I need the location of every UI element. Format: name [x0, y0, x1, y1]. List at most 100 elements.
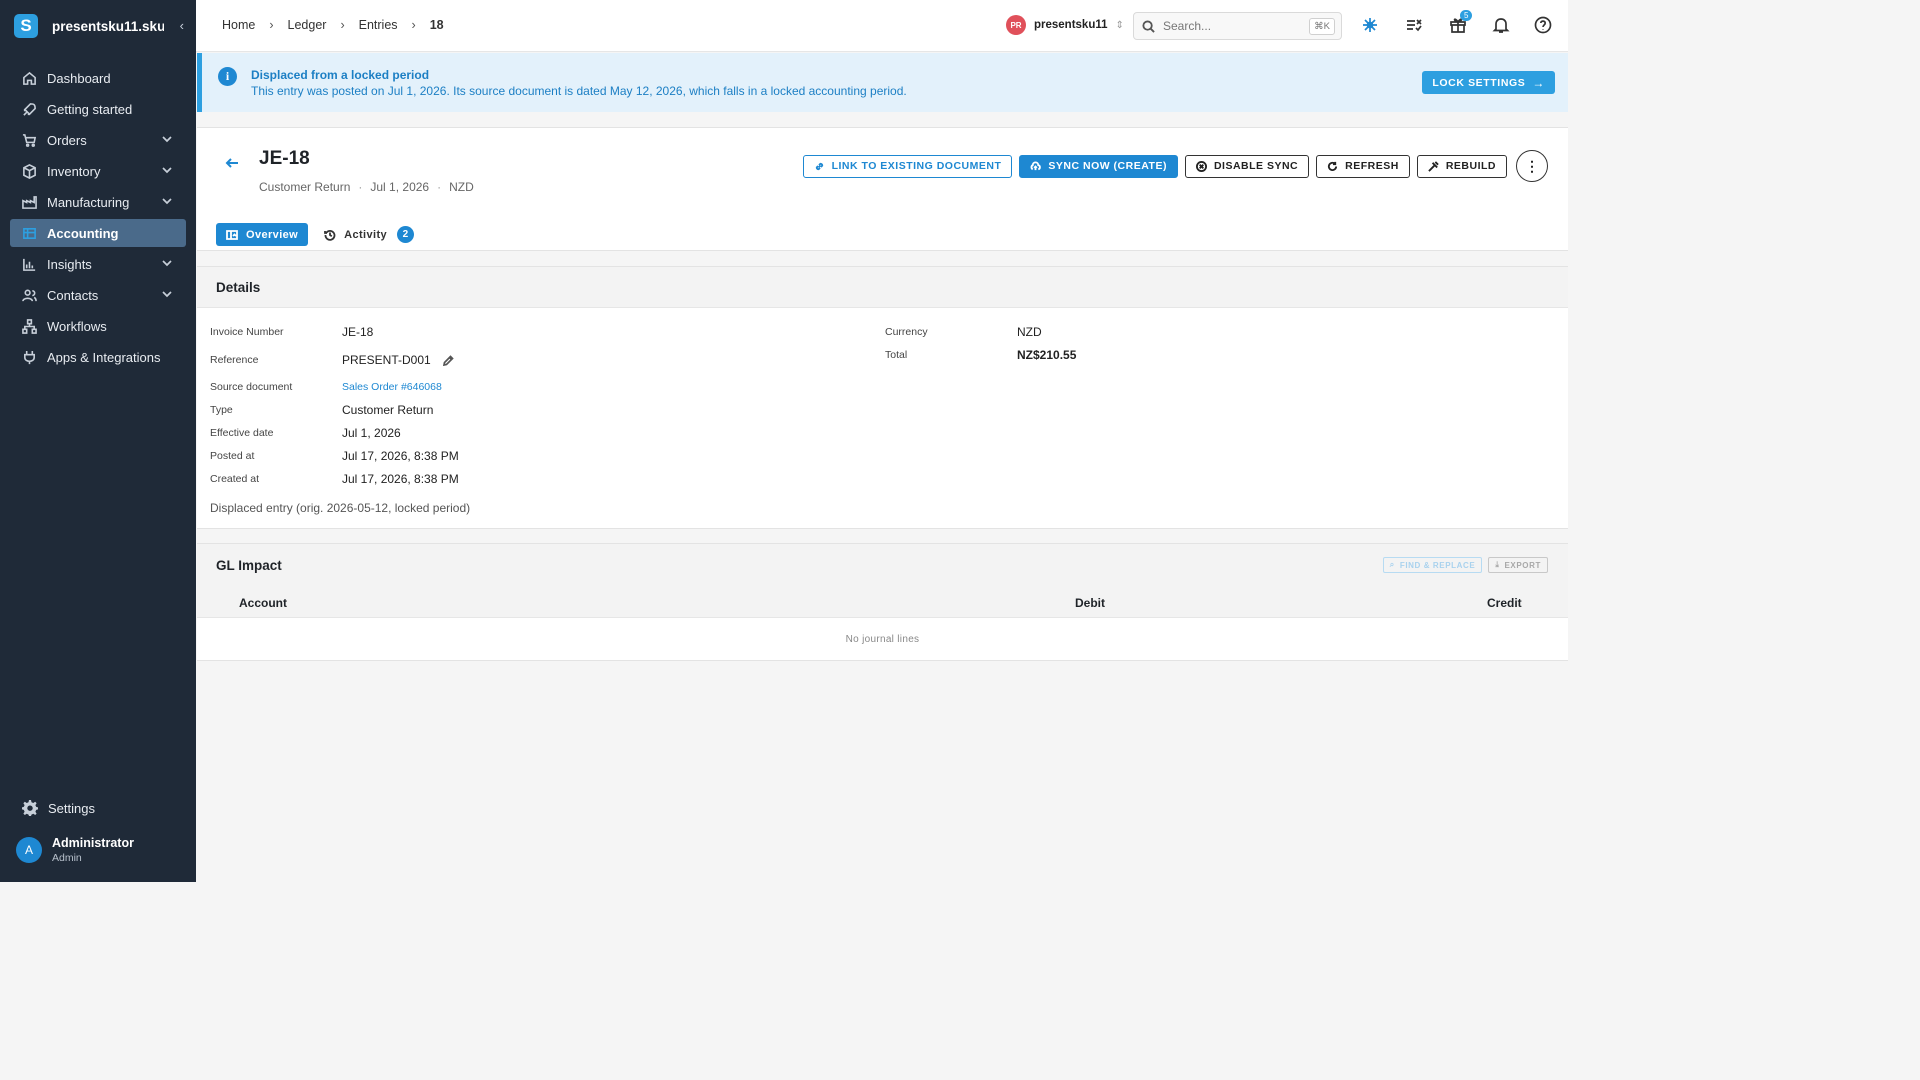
field-value: PRESENT-D001	[342, 353, 431, 367]
source-document-link[interactable]: Sales Order #646068	[342, 381, 442, 393]
sidebar-item-workflows[interactable]: Workflows	[10, 312, 186, 340]
field-currency: Currency NZD	[885, 325, 1042, 339]
lock-settings-button[interactable]: LOCK SETTINGS →	[1422, 71, 1555, 94]
sidebar-item-label: Getting started	[47, 101, 133, 117]
sidebar-item-contacts[interactable]: Contacts	[10, 281, 186, 309]
plug-icon	[24, 350, 35, 364]
sidebar-item-label: Orders	[47, 132, 87, 148]
main-nav: Dashboard Getting started Orders Invento…	[10, 64, 186, 374]
field-label: Currency	[885, 326, 928, 338]
sidebar-item-apps-integrations[interactable]: Apps & Integrations	[10, 343, 186, 371]
gear-icon	[22, 800, 38, 816]
user-role: Admin	[52, 852, 82, 864]
ledger-icon	[23, 227, 36, 239]
sidebar-item-getting-started[interactable]: Getting started	[10, 95, 186, 123]
entry-subtitle: Customer Return · Jul 1, 2026 · NZD	[259, 180, 474, 194]
notifications-button[interactable]	[1492, 16, 1512, 36]
sidebar-item-dashboard[interactable]: Dashboard	[10, 64, 186, 92]
org-selector-label: presentsku11	[1034, 19, 1108, 31]
breadcrumb: Home › Ledger › Entries › 18	[222, 18, 444, 32]
field-value: NZ$210.55	[1017, 348, 1077, 362]
more-vertical-icon: ⋮	[1525, 157, 1539, 174]
entry-currency: NZD	[449, 180, 474, 194]
export-label: EXPORT	[1504, 560, 1541, 570]
tab-overview-label: Overview	[246, 228, 299, 241]
arrow-left-icon	[225, 158, 238, 168]
gift-button[interactable]: 5	[1449, 10, 1473, 36]
breadcrumb-ledger[interactable]: Ledger	[288, 18, 327, 32]
checklist-icon	[1407, 19, 1422, 32]
field-source-document: Source document Sales Order #646068	[210, 381, 442, 393]
chevron-down-icon	[162, 260, 172, 267]
field-label: Created at	[210, 473, 260, 485]
breadcrumb-home[interactable]: Home	[222, 18, 255, 32]
ai-assistant-button[interactable]	[1361, 16, 1381, 36]
sidebar-item-inventory[interactable]: Inventory	[10, 157, 186, 185]
sidebar-item-settings[interactable]: Settings	[22, 800, 95, 816]
breadcrumb-separator: ›	[269, 18, 274, 32]
sidebar-item-insights[interactable]: Insights	[10, 250, 186, 278]
field-effective-date: Effective date Jul 1, 2026	[210, 426, 401, 440]
sidebar-item-label: Dashboard	[47, 70, 111, 86]
sidebar-item-label: Insights	[47, 256, 92, 272]
search-box[interactable]: ⌘K	[1133, 12, 1342, 40]
field-label: Posted at	[210, 450, 255, 462]
user-menu[interactable]: A Administrator Admin	[16, 836, 134, 864]
sidebar-item-label: Workflows	[47, 318, 107, 334]
empty-state-message: No journal lines	[845, 634, 920, 645]
help-button[interactable]	[1534, 16, 1554, 36]
people-icon	[22, 289, 37, 301]
org-switcher[interactable]: S presentsku11.sku... ‹	[14, 14, 184, 38]
field-value: JE-18	[342, 325, 374, 339]
sync-now-button[interactable]: SYNC NOW (CREATE)	[1019, 154, 1178, 178]
back-button[interactable]	[225, 156, 241, 172]
top-bar: Home › Ledger › Entries › 18 PR presents…	[196, 0, 1568, 52]
chevron-down-icon	[162, 167, 172, 174]
org-name: presentsku11.sku...	[52, 18, 164, 34]
tab-activity[interactable]: Activity 2	[314, 223, 424, 246]
sidebar-item-label: Contacts	[47, 287, 99, 303]
column-account[interactable]: Account	[239, 596, 287, 610]
locked-period-banner: i Displaced from a locked period This en…	[197, 53, 1568, 112]
cart-icon	[22, 133, 37, 147]
search-icon: ⌕	[1389, 560, 1395, 569]
entry-tabs: Overview Activity 2	[216, 223, 424, 246]
gl-impact-section: GL Impact ⌕ FIND & REPLACE ⤓ EXPORT Acco…	[197, 543, 1568, 661]
tab-overview[interactable]: Overview	[216, 223, 309, 246]
cancel-circle-icon	[1195, 160, 1207, 172]
export-button[interactable]: ⤓ EXPORT	[1488, 557, 1548, 573]
history-icon	[324, 229, 336, 241]
pencil-icon[interactable]	[442, 354, 454, 366]
chevron-down-icon	[162, 136, 172, 143]
sidebar: S presentsku11.sku... ‹ Dashboard Gettin…	[0, 0, 196, 882]
search-input[interactable]	[1163, 19, 1293, 33]
find-replace-button[interactable]: ⌕ FIND & REPLACE	[1382, 557, 1483, 573]
link-existing-document-button[interactable]: LINK TO EXISTING DOCUMENT	[802, 154, 1013, 178]
breadcrumb-entries[interactable]: Entries	[359, 18, 398, 32]
tasks-button[interactable]	[1405, 16, 1425, 36]
refresh-button[interactable]: REFRESH	[1316, 154, 1410, 178]
field-posted-at: Posted at Jul 17, 2026, 8:38 PM	[210, 449, 459, 463]
banner-message: This entry was posted on Jul 1, 2026. It…	[251, 84, 907, 98]
home-icon	[23, 71, 36, 85]
collapse-sidebar-icon[interactable]: ‹	[180, 18, 184, 33]
sidebar-item-manufacturing[interactable]: Manufacturing	[10, 188, 186, 216]
link-icon	[815, 162, 823, 170]
disable-sync-button[interactable]: DISABLE SYNC	[1184, 154, 1310, 178]
disable-sync-label: DISABLE SYNC	[1213, 160, 1299, 172]
sidebar-item-orders[interactable]: Orders	[10, 126, 186, 154]
entry-type: Customer Return	[259, 180, 351, 194]
sidebar-item-accounting[interactable]: Accounting	[10, 219, 186, 247]
details-heading: Details	[197, 267, 1568, 308]
gift-count-badge: 5	[1460, 10, 1473, 21]
activity-count-badge: 2	[397, 226, 415, 243]
org-avatar: PR	[1006, 15, 1026, 35]
org-selector[interactable]: PR presentsku11 ⇕	[1006, 15, 1124, 35]
more-options-button[interactable]: ⋮	[1516, 150, 1548, 182]
column-debit[interactable]: Debit	[1075, 596, 1105, 610]
rebuild-button[interactable]: REBUILD	[1416, 154, 1507, 178]
column-credit[interactable]: Credit	[1487, 596, 1522, 610]
breadcrumb-current: 18	[429, 18, 444, 32]
tab-activity-label: Activity	[344, 228, 388, 241]
box-icon	[23, 163, 36, 179]
